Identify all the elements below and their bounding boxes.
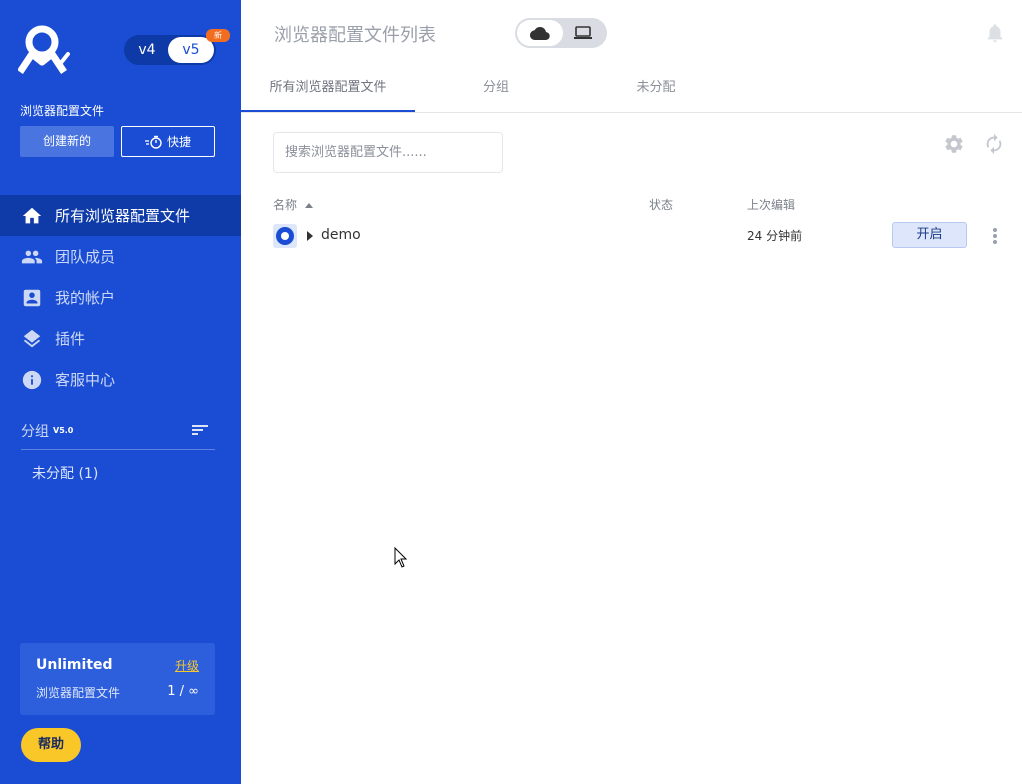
cloud-option[interactable] <box>517 20 563 46</box>
bell-icon[interactable] <box>984 22 1006 44</box>
version-toggle[interactable]: v4 v5 <box>124 35 216 65</box>
gear-icon[interactable] <box>943 133 965 155</box>
version-v4-option[interactable]: v4 <box>124 35 170 65</box>
tab-all-profiles[interactable]: 所有浏览器配置文件 <box>241 68 415 112</box>
mouse-cursor-icon <box>394 547 408 568</box>
sidebar-item-my-account[interactable]: 我的帐户 <box>0 277 241 318</box>
laptop-icon <box>574 26 592 39</box>
browser-profile-icon <box>273 224 297 248</box>
create-new-button[interactable]: 创建新的 <box>20 126 114 157</box>
local-option[interactable] <box>561 20 605 46</box>
stopwatch-icon <box>144 135 162 149</box>
help-button[interactable]: 帮助 <box>21 728 81 762</box>
profile-name[interactable]: demo <box>321 227 361 243</box>
sidebar-item-label: 团队成员 <box>55 248 116 266</box>
tab-groups[interactable]: 分组 <box>451 68 541 112</box>
table-row[interactable]: demo 24 分钟前 开启 <box>273 220 1011 252</box>
storage-toggle[interactable] <box>515 18 607 48</box>
sidebar: v4 v5 新 浏览器配置文件 创建新的 快捷 所有浏览器配置文件 团队成员 我… <box>0 0 241 784</box>
sidebar-item-all-profiles[interactable]: 所有浏览器配置文件 <box>0 195 241 236</box>
plan-box: Unlimited 升级 浏览器配置文件 1 / ∞ <box>20 643 215 715</box>
sidebar-item-label: 客服中心 <box>55 371 116 389</box>
cloud-icon <box>530 27 550 40</box>
plan-name: Unlimited <box>36 657 113 673</box>
app-logo[interactable] <box>17 24 70 74</box>
profiles-section-title: 浏览器配置文件 <box>20 104 105 118</box>
account-icon <box>21 287 43 309</box>
groups-label: 分组 <box>21 424 49 440</box>
team-icon <box>21 246 43 268</box>
column-header-status[interactable]: 状态 <box>649 196 673 213</box>
sidebar-item-label: 我的帐户 <box>55 289 116 307</box>
sidebar-item-label: 插件 <box>55 330 86 348</box>
sidebar-item-plugins[interactable]: 插件 <box>0 318 241 359</box>
column-header-label: 名称 <box>273 198 298 212</box>
sidebar-item-team-members[interactable]: 团队成员 <box>0 236 241 277</box>
quick-button[interactable]: 快捷 <box>121 126 215 157</box>
sidebar-item-support-center[interactable]: 客服中心 <box>0 359 241 400</box>
refresh-icon[interactable] <box>983 133 1005 155</box>
app-window: v4 v5 新 浏览器配置文件 创建新的 快捷 所有浏览器配置文件 团队成员 我… <box>0 0 1022 784</box>
info-icon <box>21 369 43 391</box>
tab-unassigned[interactable]: 未分配 <box>611 68 701 112</box>
search-input[interactable] <box>273 132 503 173</box>
plan-profiles-label: 浏览器配置文件 <box>36 686 121 700</box>
column-header-name[interactable]: 名称 <box>273 196 313 213</box>
sidebar-item-label: 所有浏览器配置文件 <box>55 207 191 225</box>
profile-tabs: 所有浏览器配置文件 分组 未分配 <box>241 68 1022 113</box>
plan-profiles-count: 1 / ∞ <box>167 684 199 699</box>
new-badge: 新 <box>206 29 230 42</box>
sidebar-group-unassigned[interactable]: 未分配 (1) <box>32 463 98 483</box>
more-vert-icon[interactable] <box>988 225 1002 247</box>
profile-last-edit: 24 分钟前 <box>747 229 803 243</box>
main-content: 浏览器配置文件列表 所有浏览器配置文件 分组 未分配 搜索浏览器配置文件....… <box>241 0 1022 784</box>
open-profile-button[interactable]: 开启 <box>892 222 967 248</box>
sidebar-nav: 所有浏览器配置文件 团队成员 我的帐户 插件 客服中心 <box>0 195 241 400</box>
quick-button-label: 快捷 <box>166 135 191 149</box>
home-icon <box>21 205 43 227</box>
groups-header: 分组 V5.0 <box>21 421 215 450</box>
sort-ascending-icon <box>304 203 313 208</box>
page-title: 浏览器配置文件列表 <box>274 25 436 46</box>
version-v5-option[interactable]: v5 <box>168 37 214 63</box>
upgrade-link[interactable]: 升级 <box>175 657 199 674</box>
layers-icon <box>21 328 43 350</box>
column-header-last-edit[interactable]: 上次编辑 <box>747 196 795 213</box>
expand-caret-icon[interactable] <box>307 231 313 241</box>
groups-version: V5.0 <box>53 426 74 435</box>
sort-icon[interactable] <box>191 423 209 437</box>
